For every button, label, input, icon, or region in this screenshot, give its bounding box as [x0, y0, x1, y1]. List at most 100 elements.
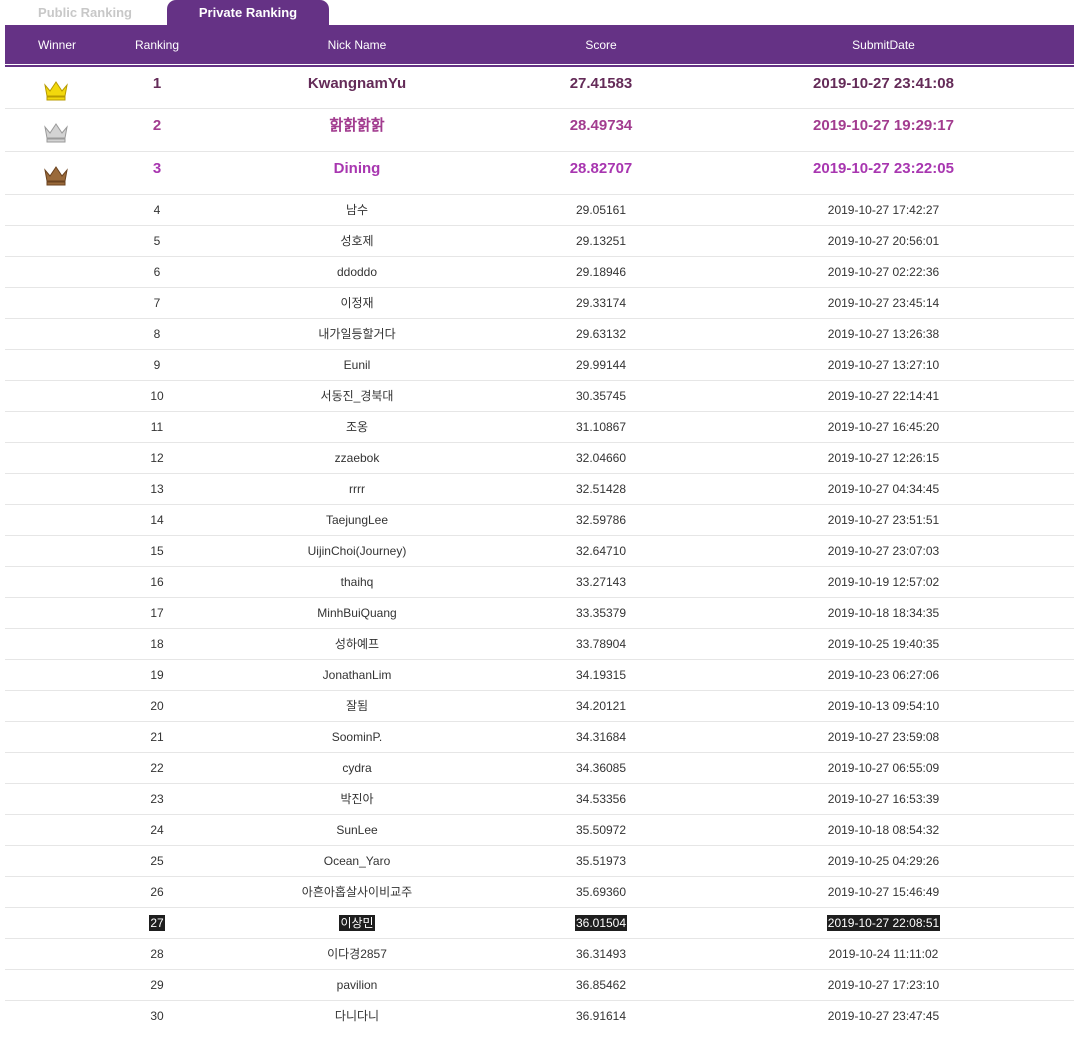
rank-cell: 16: [150, 575, 164, 589]
submit-date-cell: 2019-10-27 23:51:51: [827, 513, 940, 527]
submit-date-cell: 2019-10-27 23:47:45: [827, 1009, 940, 1023]
submit-date-cell: 2019-10-25 19:40:35: [827, 637, 940, 651]
score-cell: 32.59786: [575, 513, 627, 527]
nick-name-cell: 아흔아홉살사이비교주: [301, 885, 413, 899]
nick-name-cell: Ocean_Yaro: [323, 854, 391, 868]
nick-name-cell: pavilion: [336, 978, 378, 992]
score-cell: 32.51428: [575, 482, 627, 496]
nick-name-cell: JonathanLim: [322, 668, 392, 682]
table-row: 22 cydra 34.36085 2019-10-27 06:55:09: [5, 753, 1074, 784]
score-cell: 34.31684: [575, 730, 627, 744]
score-cell: 32.04660: [575, 451, 627, 465]
nick-name-cell: UijinChoi(Journey): [307, 544, 407, 558]
submit-date-cell: 2019-10-13 09:54:10: [827, 699, 940, 713]
tab-private-ranking[interactable]: Private Ranking: [167, 0, 329, 25]
rank-cell: 14: [150, 513, 164, 527]
score-cell: 34.19315: [575, 668, 627, 682]
table-row: 16 thaihq 33.27143 2019-10-19 12:57:02: [5, 567, 1074, 598]
score-cell: 34.53356: [575, 792, 627, 806]
nick-name-cell: 잘됨: [345, 699, 369, 713]
column-header-winner[interactable]: Winner: [5, 25, 109, 65]
score-cell: 27.41583: [569, 75, 633, 92]
nick-name-cell: SoominP.: [331, 730, 383, 744]
nick-name-cell: cydra: [342, 761, 372, 775]
column-header-submit-date[interactable]: SubmitDate: [693, 25, 1074, 65]
score-cell: 33.27143: [575, 575, 627, 589]
table-row: 6 ddoddo 29.18946 2019-10-27 02:22:36: [5, 257, 1074, 288]
nick-name-cell: SunLee: [336, 823, 378, 837]
table-row: 17 MinhBuiQuang 33.35379 2019-10-18 18:34:3…: [5, 598, 1074, 629]
submit-date-cell: 2019-10-27 20:56:01: [827, 234, 940, 248]
table-row: 27 이상민 36.01504 2019-10-27 22:08:51: [5, 908, 1074, 939]
submit-date-cell: 2019-10-19 12:57:02: [827, 575, 940, 589]
nick-name-cell: 박진아: [340, 792, 374, 806]
score-cell: 34.20121: [575, 699, 627, 713]
submit-date-cell: 2019-10-27 23:07:03: [827, 544, 940, 558]
nick-name-cell: 서동진_경북대: [320, 389, 394, 403]
table-row: 20 잘됨 34.20121 2019-10-13 09:54:10: [5, 691, 1074, 722]
nick-name-cell: 핡핡핡핡: [329, 117, 385, 134]
submit-date-cell: 2019-10-27 15:46:49: [827, 885, 940, 899]
submit-date-cell: 2019-10-27 04:34:45: [827, 482, 940, 496]
rank-cell: 20: [150, 699, 164, 713]
submit-date-cell: 2019-10-27 22:14:41: [827, 389, 940, 403]
column-header-ranking[interactable]: Ranking: [109, 25, 205, 65]
table-row: 4 남수 29.05161 2019-10-27 17:42:27: [5, 195, 1074, 226]
submit-date-cell: 2019-10-27 06:55:09: [827, 761, 940, 775]
score-cell: 29.33174: [575, 296, 627, 310]
submit-date-cell: 2019-10-27 23:59:08: [827, 730, 940, 744]
nick-name-cell: 조옹: [345, 420, 369, 434]
nick-name-cell: 성호제: [340, 234, 374, 248]
nick-name-cell: 이정재: [340, 296, 374, 310]
table-row: 18 성하예프 33.78904 2019-10-25 19:40:35: [5, 629, 1074, 660]
table-row: 2 핡핡핡핡 28.49734 2019-10-27 19:29:17: [5, 109, 1074, 152]
nick-name-cell: KwangnamYu: [307, 75, 407, 92]
table-row: 5 성호제 29.13251 2019-10-27 20:56:01: [5, 226, 1074, 257]
table-row: 10 서동진_경북대 30.35745 2019-10-27 22:14:41: [5, 381, 1074, 412]
table-row: 28 이다경2857 36.31493 2019-10-24 11:11:02: [5, 939, 1074, 970]
table-row: 12 zzaebok 32.04660 2019-10-27 12:26:15: [5, 443, 1074, 474]
submit-date-cell: 2019-10-27 17:23:10: [827, 978, 940, 992]
table-row: 23 박진아 34.53356 2019-10-27 16:53:39: [5, 784, 1074, 815]
score-cell: 28.49734: [569, 117, 633, 134]
rank-cell: 1: [152, 75, 162, 92]
rank-cell: 2: [152, 117, 162, 134]
rank-cell: 7: [153, 296, 161, 310]
nick-name-cell: zzaebok: [334, 451, 380, 465]
score-cell: 36.85462: [575, 978, 627, 992]
rank-cell: 6: [153, 265, 161, 279]
table-row: 11 조옹 31.10867 2019-10-27 16:45:20: [5, 412, 1074, 443]
table-row: 29 pavilion 36.85462 2019-10-27 17:23:10: [5, 970, 1074, 1001]
table-header: Winner Ranking Nick Name Score SubmitDat…: [5, 25, 1074, 64]
table-row: 15 UijinChoi(Journey) 32.64710 2019-10-27 2…: [5, 536, 1074, 567]
nick-name-cell: 다니다니: [334, 1009, 380, 1023]
submit-date-cell: 2019-10-27 13:27:10: [827, 358, 940, 372]
column-header-nick-name[interactable]: Nick Name: [205, 25, 509, 65]
score-cell: 31.10867: [575, 420, 627, 434]
score-cell: 29.18946: [575, 265, 627, 279]
score-cell: 35.69360: [575, 885, 627, 899]
table-row: 26 아흔아홉살사이비교주 35.69360 2019-10-27 15:46:49: [5, 877, 1074, 908]
bronze-crown-icon: [43, 164, 69, 186]
table-row: 24 SunLee 35.50972 2019-10-18 08:54:32: [5, 815, 1074, 846]
rank-cell: 26: [150, 885, 164, 899]
submit-date-cell: 2019-10-23 06:27:06: [827, 668, 940, 682]
table-row: 9 Eunil 29.99144 2019-10-27 13:27:10: [5, 350, 1074, 381]
score-cell: 29.63132: [575, 327, 627, 341]
rank-cell: 10: [150, 389, 164, 403]
table-row: 7 이정재 29.33174 2019-10-27 23:45:14: [5, 288, 1074, 319]
submit-date-cell: 2019-10-27 12:26:15: [827, 451, 940, 465]
nick-name-cell: Dining: [333, 160, 381, 177]
table-row: 13 rrrr 32.51428 2019-10-27 04:34:45: [5, 474, 1074, 505]
submit-date-cell: 2019-10-27 19:29:17: [813, 117, 954, 134]
score-cell: 35.50972: [575, 823, 627, 837]
rank-cell: 5: [153, 234, 161, 248]
score-cell: 35.51973: [575, 854, 627, 868]
column-header-score[interactable]: Score: [509, 25, 693, 65]
rank-cell: 8: [153, 327, 161, 341]
submit-date-cell: 2019-10-27 13:26:38: [827, 327, 940, 341]
nick-name-cell: rrrr: [349, 482, 365, 496]
score-cell: 33.78904: [575, 637, 627, 651]
tab-public-ranking[interactable]: Public Ranking: [0, 0, 170, 25]
rank-cell: 25: [150, 854, 164, 868]
